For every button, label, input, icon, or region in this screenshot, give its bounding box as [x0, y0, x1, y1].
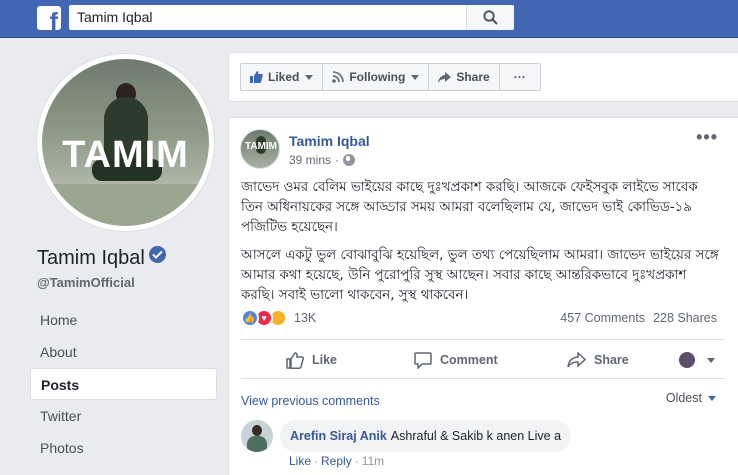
post-avatar-text: TAMIM — [244, 141, 278, 152]
liked-button-label: Liked — [268, 70, 300, 84]
page-name[interactable]: Tamim Iqbal — [37, 246, 166, 270]
share-page-button[interactable]: Share — [429, 63, 500, 91]
chevron-down-icon — [305, 74, 314, 80]
share-button[interactable]: Share — [567, 340, 629, 380]
like-reaction-icon: 👍 — [241, 309, 259, 327]
nav-item-posts[interactable]: Posts — [30, 368, 217, 400]
search-icon — [483, 10, 498, 25]
post-meta: 39 mins · — [289, 153, 356, 167]
comment-reply-link[interactable]: Reply — [321, 454, 352, 468]
nav-item-about[interactable]: About — [30, 336, 217, 368]
post-author-avatar[interactable]: TAMIM — [240, 129, 280, 169]
like-button[interactable]: Like — [286, 340, 337, 380]
comment-bubble: Arefin Siraj Anik Ashraful & Sakib k ane… — [280, 420, 572, 452]
comment-text: Ashraful & Sakib k anen Live a — [390, 429, 562, 443]
page-actions: Liked Following Share ··· — [240, 63, 541, 91]
profile-picture[interactable]: TAMIM — [37, 54, 214, 231]
following-button-label: Following — [349, 70, 406, 84]
post-author-name[interactable]: Tamim Iqbal — [289, 133, 370, 149]
comment-button-label: Comment — [440, 353, 498, 367]
page-name-text: Tamim Iqbal — [37, 247, 145, 269]
rss-icon — [332, 71, 345, 83]
verified-badge-icon — [148, 246, 166, 263]
post-paragraph: জাভেদ ওমর বেলিম ভাইয়ের কাছে দুঃখপ্রকাশ … — [241, 180, 698, 235]
share-page-button-label: Share — [456, 70, 490, 84]
more-horizontal-icon: ··· — [513, 70, 526, 84]
search-button[interactable] — [466, 5, 514, 30]
nav-item-home[interactable]: Home — [30, 304, 217, 336]
facebook-logo-icon[interactable]: f — [37, 6, 61, 30]
nav-item-twitter[interactable]: Twitter — [30, 400, 217, 432]
reactions-summary[interactable]: 👍 ♥ 13K — [241, 309, 316, 327]
reaction-count[interactable]: 13K — [294, 311, 316, 325]
post-timestamp[interactable]: 39 mins — [289, 153, 331, 167]
comment-timestamp[interactable]: 11m — [362, 454, 384, 468]
comment-actions: Like · Reply · 11m — [289, 454, 385, 468]
comment-like-link[interactable]: Like — [289, 454, 311, 468]
post-as-selector[interactable] — [679, 340, 715, 380]
post-card: TAMIM Tamim Iqbal 39 mins · ••• জাভেদ ওম… — [228, 117, 738, 475]
page-handle[interactable]: @TamimOfficial — [37, 275, 135, 290]
share-arrow-icon — [438, 71, 452, 83]
liked-button[interactable]: Liked — [240, 63, 324, 91]
share-arrow-icon — [567, 352, 586, 368]
comment-author-name[interactable]: Arefin Siraj Anik — [290, 429, 387, 443]
share-button-label: Share — [594, 353, 629, 367]
chevron-down-icon — [411, 74, 420, 80]
comment-sort-dropdown[interactable]: Oldest — [666, 391, 716, 405]
more-options-button[interactable]: ··· — [499, 63, 541, 91]
post-paragraph: আসলে একটু ভুল বোঝাবুঝি হয়েছিল, ভুল তথ্য… — [241, 248, 719, 303]
page-navigation: Home About Posts Twitter Photos — [30, 304, 217, 464]
user-avatar — [679, 352, 695, 368]
comment-sort-label: Oldest — [665, 391, 702, 405]
post-message: জাভেদ ওমর বেলিম ভাইয়ের কাছে দুঃখপ্রকাশ … — [241, 178, 721, 314]
thumbs-up-icon — [250, 71, 263, 83]
engagement-counts: 457 Comments 228 Shares — [560, 311, 717, 325]
post-options-icon[interactable]: ••• — [696, 127, 718, 148]
shares-count[interactable]: 228 Shares — [653, 311, 717, 325]
chevron-down-icon — [708, 395, 716, 401]
top-navigation-bar: f Tamim Iqbal — [0, 0, 738, 38]
profile-photo: TAMIM — [42, 59, 209, 226]
commenter-avatar[interactable] — [241, 420, 273, 452]
profile-picture-text: TAMIM — [62, 134, 189, 176]
page-actions-card: Liked Following Share ··· — [228, 52, 738, 102]
comments-count[interactable]: 457 Comments — [560, 311, 645, 325]
thumbs-up-icon — [286, 351, 304, 369]
following-button[interactable]: Following — [323, 63, 430, 91]
comment-bubble-icon — [414, 351, 432, 369]
globe-icon[interactable] — [343, 154, 356, 166]
search-input[interactable]: Tamim Iqbal — [77, 9, 152, 25]
view-previous-comments-link[interactable]: View previous comments — [241, 394, 380, 408]
nav-item-photos[interactable]: Photos — [30, 432, 217, 464]
chevron-down-icon — [707, 357, 715, 363]
comment-button[interactable]: Comment — [414, 340, 498, 380]
search-bar[interactable]: Tamim Iqbal — [69, 5, 514, 30]
like-button-label: Like — [312, 353, 338, 367]
post-action-bar: Like Comment Share — [241, 339, 725, 379]
